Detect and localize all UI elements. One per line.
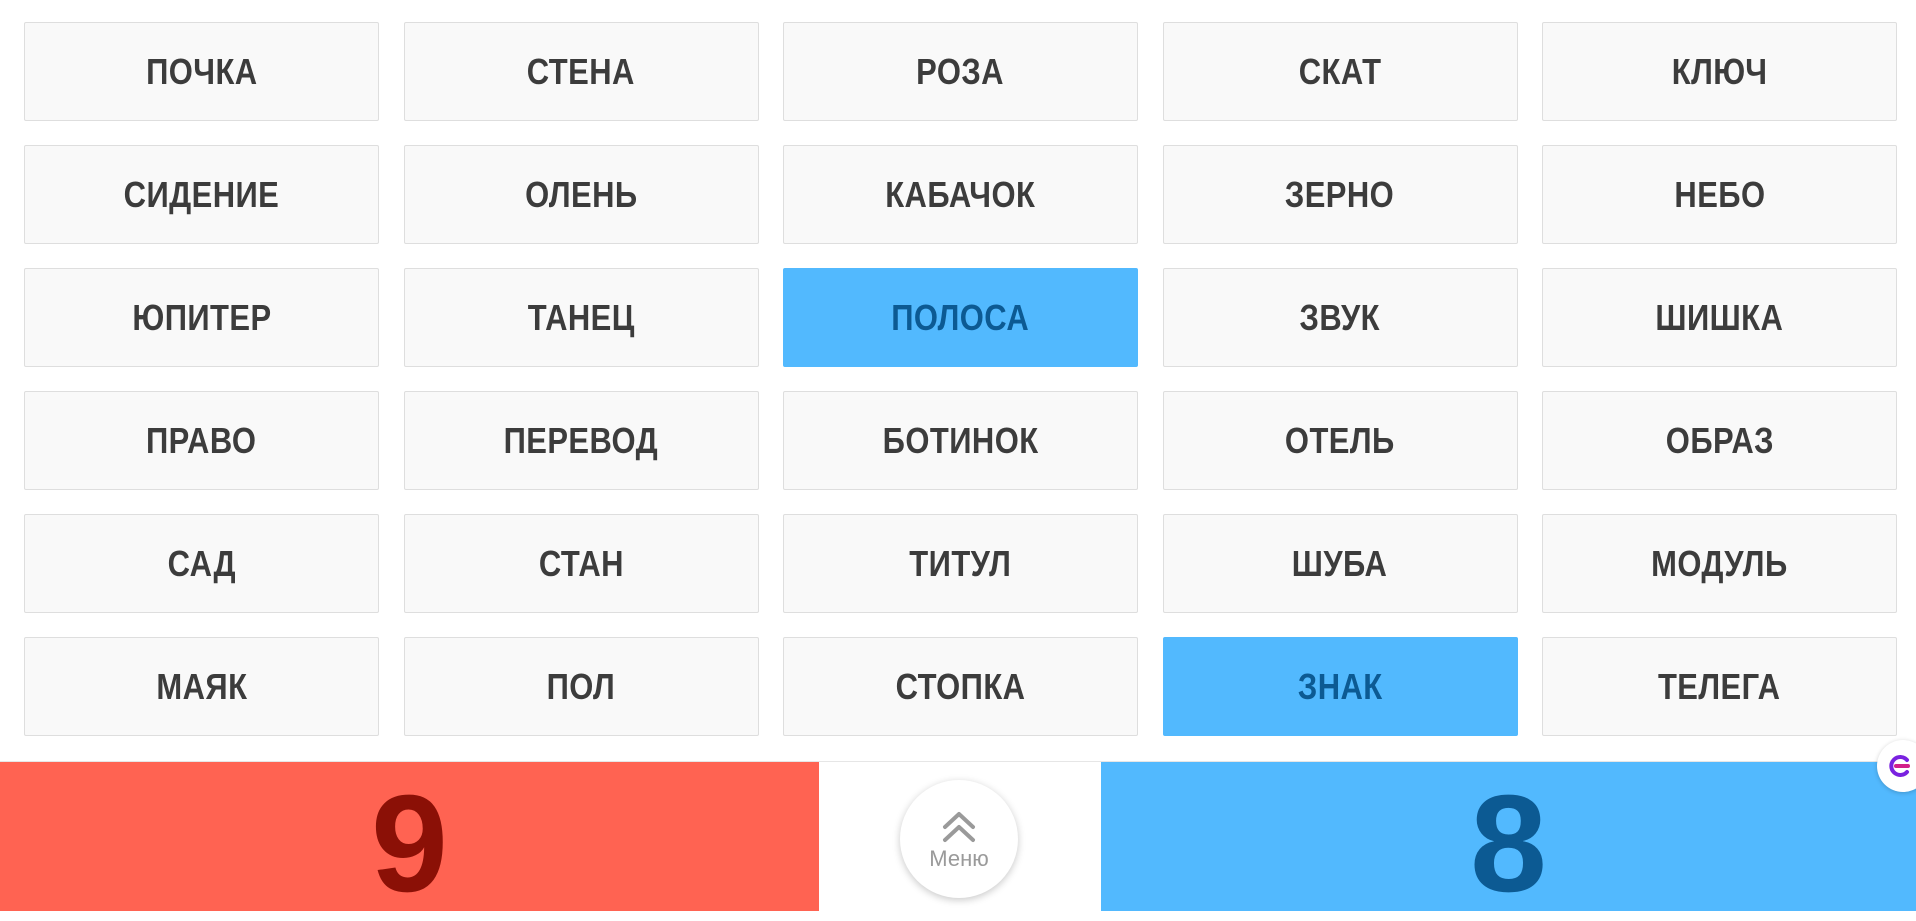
word-card-label: МОДУЛЬ xyxy=(1651,542,1788,584)
word-card[interactable]: МОДУЛЬ xyxy=(1542,514,1897,613)
word-card-label: ЮПИТЕР xyxy=(131,296,272,338)
word-card-label: ТЕЛЕГА xyxy=(1658,665,1781,707)
menu-button[interactable]: Меню xyxy=(900,780,1018,898)
word-card-label: ПОЧКА xyxy=(145,50,258,92)
word-card[interactable]: СТЕНА xyxy=(403,22,759,121)
word-card[interactable]: СКАТ xyxy=(1162,22,1518,121)
word-card[interactable]: ЗВУК xyxy=(1162,268,1518,367)
blue-team-score-panel: 8 xyxy=(1101,762,1916,921)
word-card[interactable]: ОБРАЗ xyxy=(1542,391,1897,490)
word-card-label: ЗЕРНО xyxy=(1285,173,1395,215)
word-card[interactable]: ТАНЕЦ xyxy=(403,268,759,367)
chevron-double-up-icon xyxy=(943,812,975,842)
word-card[interactable]: БОТИНОК xyxy=(783,391,1138,490)
word-card-label: РОЗА xyxy=(916,50,1005,92)
word-card-label: СТАН xyxy=(538,542,624,584)
word-card-label: ТАНЕЦ xyxy=(527,296,635,338)
red-team-score-panel: 9 xyxy=(0,762,819,921)
word-card[interactable]: СИДЕНИЕ xyxy=(24,145,379,244)
word-card-label: СТОПКА xyxy=(895,665,1026,707)
word-card[interactable]: ШУБА xyxy=(1162,514,1518,613)
widget-logo-icon xyxy=(1889,755,1910,777)
word-card-label: ПОЛ xyxy=(546,665,616,707)
word-card[interactable]: СТОПКА xyxy=(783,637,1138,736)
word-card[interactable]: ОЛЕНЬ xyxy=(403,145,759,244)
word-card[interactable]: ПРАВО xyxy=(24,391,379,490)
word-card[interactable]: ПОЛОСА xyxy=(783,268,1138,367)
word-card[interactable]: ПОЛ xyxy=(403,637,759,736)
word-board: ПОЧКА СТЕНА РОЗА СКАТ КЛЮЧ СИДЕНИЕ ОЛЕНЬ КАБАЧО… xyxy=(24,22,1897,737)
word-card-label: БОТИНОК xyxy=(882,419,1039,461)
word-card-label: ОБРАЗ xyxy=(1665,419,1774,461)
word-card[interactable]: ПЕРЕВОД xyxy=(403,391,759,490)
word-card-label: ПЕРЕВОД xyxy=(503,419,659,461)
word-card[interactable]: НЕБО xyxy=(1542,145,1897,244)
word-card-label: ПОЛОСА xyxy=(891,296,1030,338)
word-card-label: СТЕНА xyxy=(526,50,636,92)
blue-team-score: 8 xyxy=(1470,766,1547,921)
word-card[interactable]: ЮПИТЕР xyxy=(24,268,379,367)
word-card[interactable]: КЛЮЧ xyxy=(1542,22,1897,121)
word-card-label: КЛЮЧ xyxy=(1671,50,1768,92)
word-card-label: НЕБО xyxy=(1673,173,1766,215)
word-card-label: МАЯК xyxy=(155,665,248,707)
word-card-label: СИДЕНИЕ xyxy=(123,173,280,215)
word-card[interactable]: ОТЕЛЬ xyxy=(1162,391,1518,490)
word-card-label: ОЛЕНЬ xyxy=(524,173,638,215)
word-card-label: ШИШКА xyxy=(1655,296,1784,338)
word-card-label: ТИТУЛ xyxy=(909,542,1012,584)
word-card-label: КАБАЧОК xyxy=(885,173,1036,215)
word-card[interactable]: ТЕЛЕГА xyxy=(1542,637,1897,736)
word-card-label: СКАТ xyxy=(1298,50,1382,92)
word-card[interactable]: САД xyxy=(24,514,379,613)
word-card-label: ПРАВО xyxy=(146,419,257,461)
word-card[interactable]: КАБАЧОК xyxy=(783,145,1138,244)
word-card-label: ШУБА xyxy=(1292,542,1388,584)
score-bar: 9 8 Меню xyxy=(0,761,1916,921)
word-card[interactable]: ПОЧКА xyxy=(24,22,379,121)
word-card[interactable]: ЗНАК xyxy=(1162,637,1518,736)
word-card-label: ОТЕЛЬ xyxy=(1285,419,1395,461)
word-card[interactable]: ТИТУЛ xyxy=(783,514,1138,613)
word-card-label: ЗНАК xyxy=(1297,665,1383,707)
word-card-label: ЗВУК xyxy=(1299,296,1381,338)
menu-label: Меню xyxy=(929,846,989,871)
word-card[interactable]: ЗЕРНО xyxy=(1162,145,1518,244)
red-team-score: 9 xyxy=(371,766,448,921)
word-card[interactable]: ШИШКА xyxy=(1542,268,1897,367)
word-card[interactable]: РОЗА xyxy=(783,22,1138,121)
word-card[interactable]: СТАН xyxy=(403,514,759,613)
word-card[interactable]: МАЯК xyxy=(24,637,379,736)
word-card-label: САД xyxy=(167,542,236,584)
